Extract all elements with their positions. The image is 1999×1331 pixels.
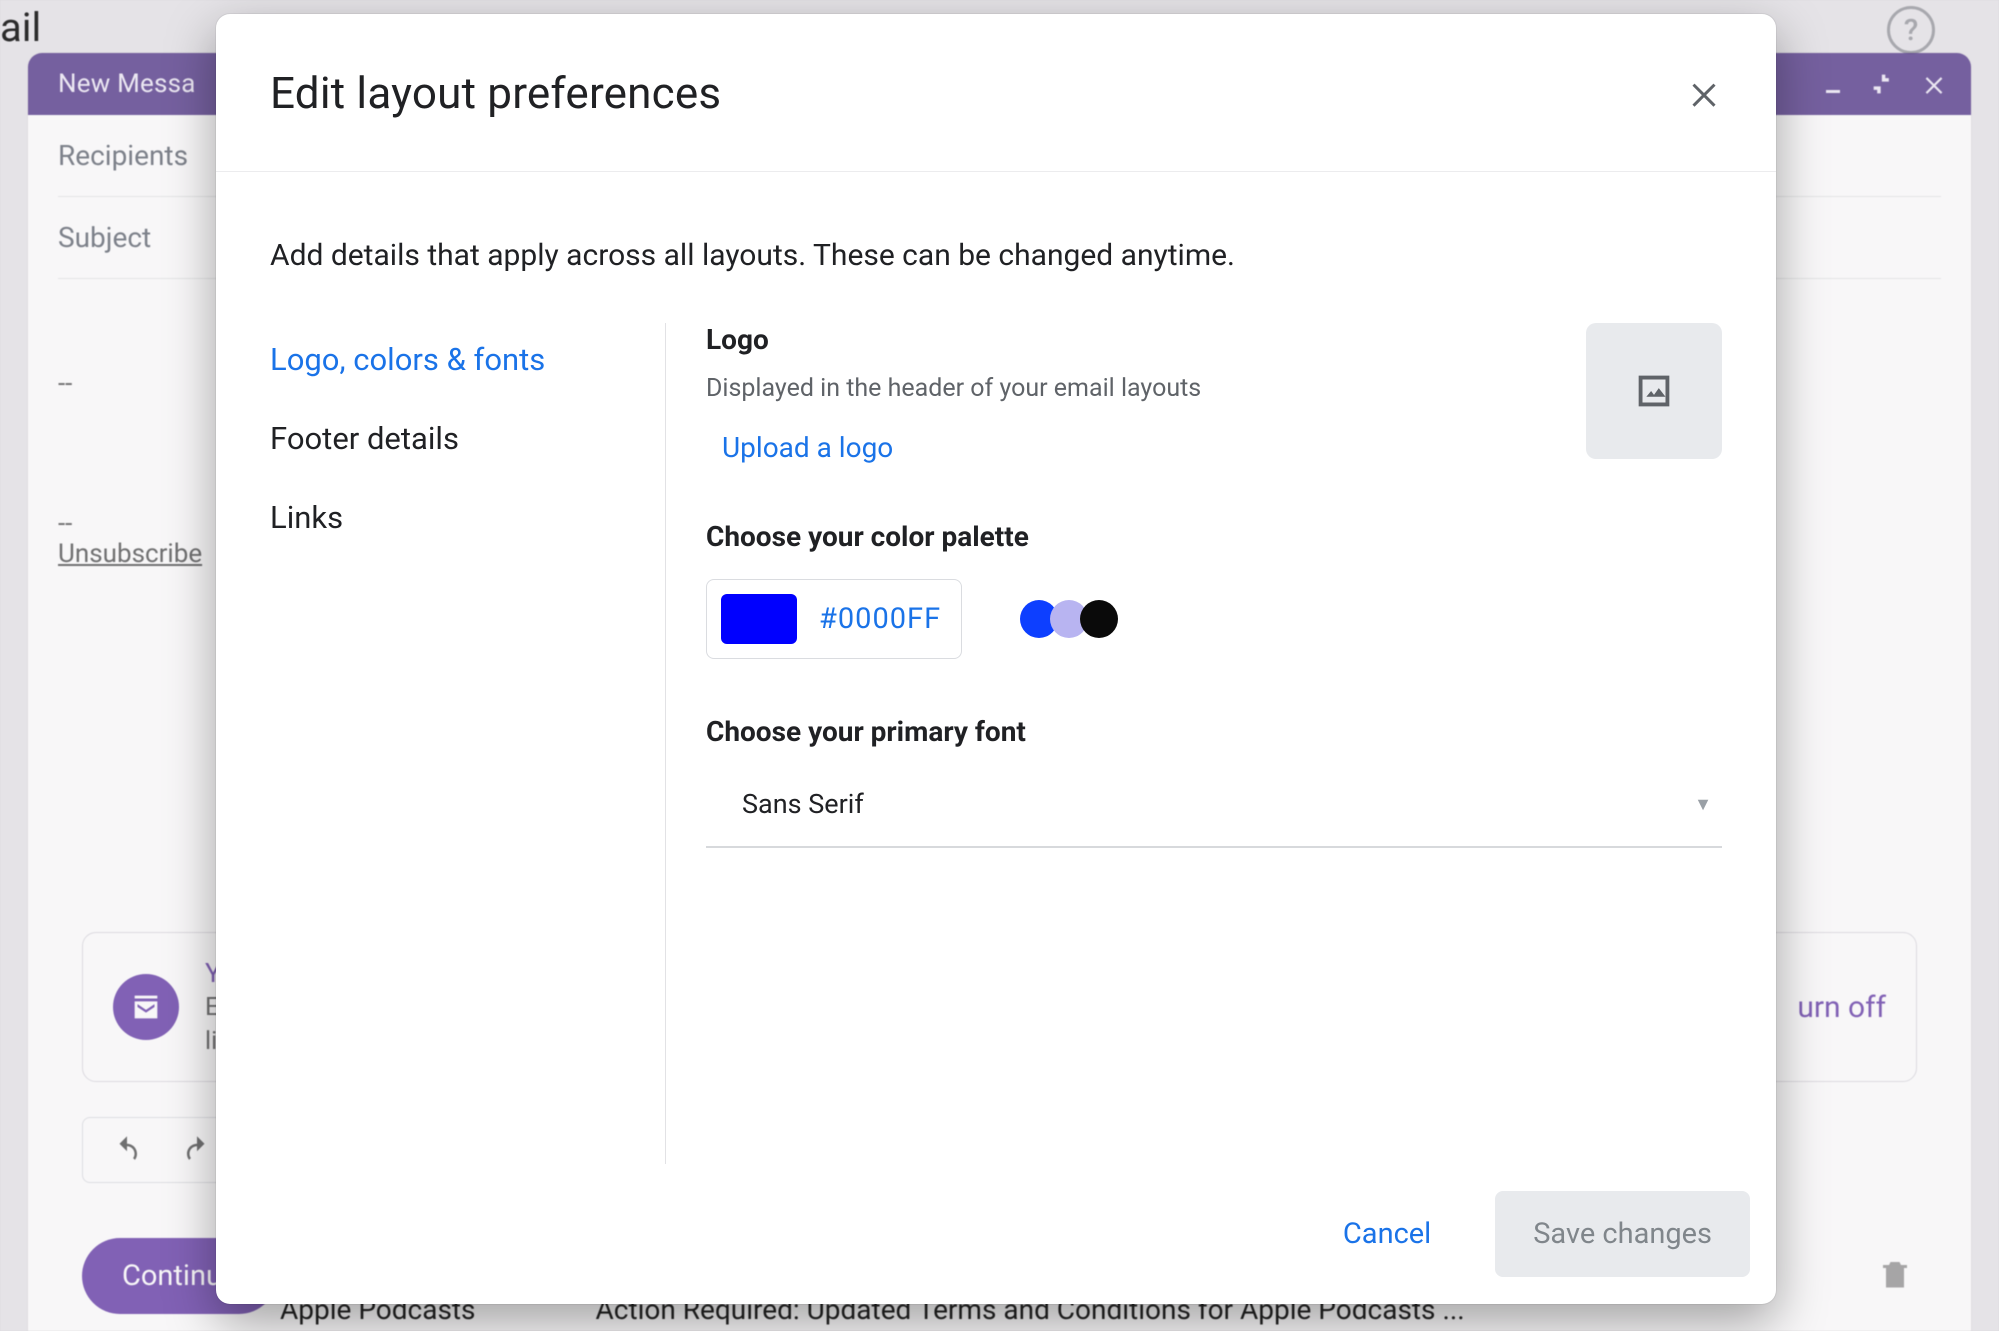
color-palette-section: Choose your color palette #0000FF xyxy=(706,520,1722,659)
color-swatch xyxy=(721,594,797,644)
logo-section: Logo Displayed in the header of your ema… xyxy=(706,323,1722,464)
preferences-content: Logo Displayed in the header of your ema… xyxy=(666,323,1722,1164)
dialog-header: Edit layout preferences xyxy=(216,14,1776,172)
upload-logo-link[interactable]: Upload a logo xyxy=(706,431,1201,464)
turn-off-link: urn off xyxy=(1797,990,1886,1025)
exit-fullscreen-icon xyxy=(1869,70,1897,98)
minimize-icon xyxy=(1821,72,1845,96)
dialog-subheading: Add details that apply across all layout… xyxy=(270,238,1722,273)
color-hex-input[interactable]: #0000FF xyxy=(706,579,962,659)
redo-icon xyxy=(182,1135,212,1165)
nav-item-logo-colors-fonts[interactable]: Logo, colors & fonts xyxy=(270,323,661,402)
dialog-body: Add details that apply across all layout… xyxy=(216,172,1776,1164)
close-icon xyxy=(1921,71,1947,97)
color-palette-title: Choose your color palette xyxy=(706,520,1722,553)
bg-app-brand-fragment: ail xyxy=(0,4,41,51)
save-changes-button[interactable]: Save changes xyxy=(1495,1191,1750,1277)
edit-layout-preferences-dialog: Edit layout preferences Add details that… xyxy=(216,14,1776,1304)
nav-item-footer-details[interactable]: Footer details xyxy=(270,402,661,481)
help-icon: ? xyxy=(1887,6,1935,54)
color-hex-value: #0000FF xyxy=(819,602,941,636)
dialog-footer: Cancel Save changes xyxy=(216,1164,1776,1304)
font-select-value: Sans Serif xyxy=(742,788,864,820)
nav-item-links[interactable]: Links xyxy=(270,481,661,560)
font-section: Choose your primary font Sans Serif ▼ xyxy=(706,715,1722,848)
close-button[interactable] xyxy=(1680,69,1728,117)
chevron-down-icon: ▼ xyxy=(1694,794,1712,815)
palette-preview xyxy=(1020,600,1118,638)
logo-placeholder[interactable] xyxy=(1586,323,1722,459)
image-placeholder-icon xyxy=(1631,368,1677,414)
compose-title: New Messa xyxy=(58,69,196,99)
cancel-button[interactable]: Cancel xyxy=(1313,1197,1461,1271)
close-icon xyxy=(1686,75,1722,111)
font-section-title: Choose your primary font xyxy=(706,715,1722,748)
multisend-icon xyxy=(113,974,179,1040)
preferences-nav: Logo, colors & fonts Footer details Link… xyxy=(270,323,666,1164)
font-select[interactable]: Sans Serif ▼ xyxy=(706,766,1722,848)
palette-dot xyxy=(1080,600,1118,638)
dialog-title: Edit layout preferences xyxy=(270,67,721,119)
compose-window-controls xyxy=(1821,70,1947,98)
logo-section-title: Logo xyxy=(706,323,1201,356)
undo-icon xyxy=(112,1135,142,1165)
logo-section-subtitle: Displayed in the header of your email la… xyxy=(706,374,1201,403)
